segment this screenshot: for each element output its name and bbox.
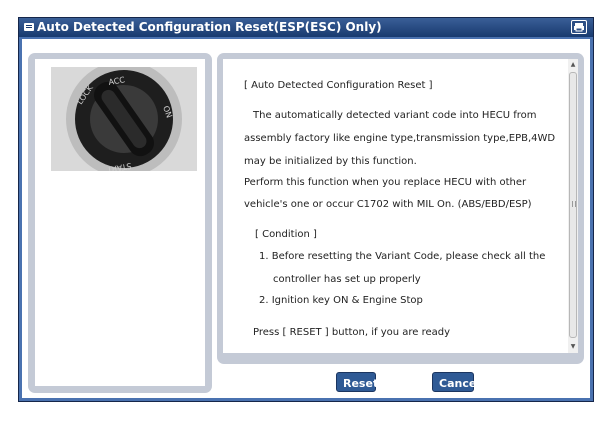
image-panel-inner: LOCK ACC ON START: [35, 59, 205, 386]
image-panel: LOCK ACC ON START: [28, 53, 212, 393]
message-line: may be initialized by this function.: [244, 156, 417, 167]
ignition-key-icon: LOCK ACC ON START: [51, 67, 197, 171]
scroll-down-icon[interactable]: ▼: [568, 341, 578, 353]
window-menu-icon[interactable]: [24, 22, 34, 32]
cancel-button[interactable]: Cancel: [432, 372, 480, 392]
message-line: 1. Before resetting the Variant Code, pl…: [259, 251, 546, 262]
message-line: Perform this function when you replace H…: [244, 177, 527, 188]
message-panel: [ Auto Detected Configuration Reset ] Th…: [217, 53, 584, 364]
message-line: The automatically detected variant code …: [253, 110, 537, 121]
scrollbar-thumb[interactable]: [569, 72, 577, 338]
reset-button[interactable]: Reset: [336, 372, 378, 392]
window-title: Auto Detected Configuration Reset(ESP(ES…: [37, 20, 382, 34]
message-line: 2. Ignition key ON & Engine Stop: [259, 295, 423, 306]
message-text-area[interactable]: [ Auto Detected Configuration Reset ] Th…: [223, 59, 568, 353]
dialog-body: LOCK ACC ON START [ Auto Detected Config…: [22, 39, 590, 398]
vertical-scrollbar[interactable]: ▲ ▼: [568, 59, 578, 353]
message-line: [ Condition ]: [255, 229, 317, 240]
print-button[interactable]: [571, 20, 587, 34]
message-line: assembly factory like engine type,transm…: [244, 133, 556, 144]
dialog-window: Auto Detected Configuration Reset(ESP(ES…: [18, 17, 594, 402]
title-bar[interactable]: Auto Detected Configuration Reset(ESP(ES…: [19, 18, 593, 37]
print-icon: [574, 23, 584, 32]
message-line: controller has set up properly: [273, 274, 421, 285]
message-line: Press [ RESET ] button, if you are ready: [253, 327, 451, 338]
message-line: vehicle's one or occur C1702 with MIL On…: [244, 199, 532, 210]
scrollbar-grip: [572, 201, 576, 207]
scroll-up-icon[interactable]: ▲: [568, 59, 578, 71]
message-line: [ Auto Detected Configuration Reset ]: [244, 80, 433, 91]
